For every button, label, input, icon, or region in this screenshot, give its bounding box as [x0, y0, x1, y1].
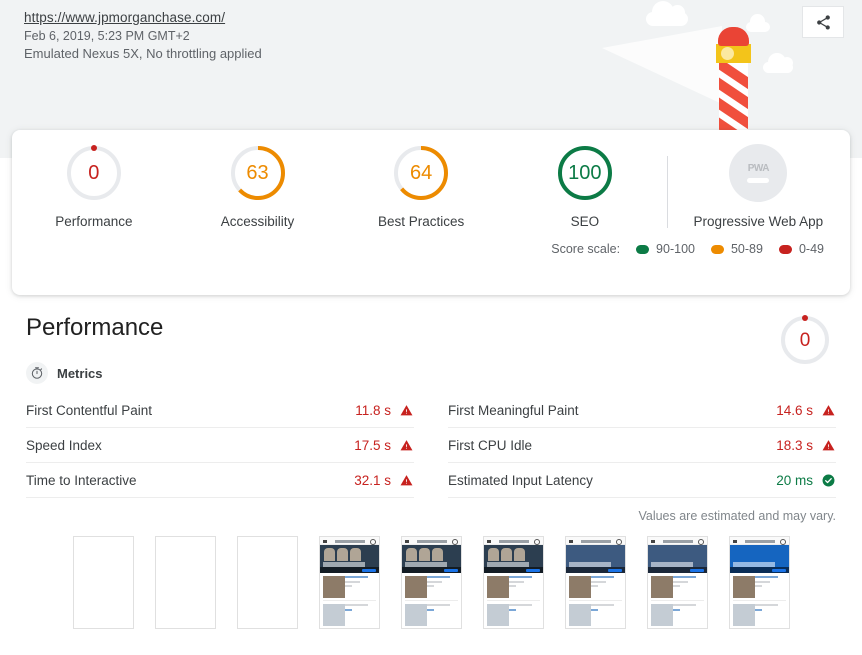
score-scale-range-pass: 90-100 — [656, 242, 695, 256]
score-gauge-pwa[interactable]: PWA Progressive Web App — [666, 144, 850, 229]
scale-pill-red-icon — [778, 244, 792, 254]
report-timestamp: Feb 6, 2019, 5:23 PM GMT+2 — [24, 29, 190, 43]
score-gauge-best-practices[interactable]: 64 Best Practices — [339, 144, 503, 229]
pwa-badge-text: PWA — [747, 163, 770, 174]
scale-pill-green-icon — [636, 244, 650, 254]
filmstrip-frame[interactable] — [72, 536, 134, 629]
metric-name: First CPU Idle — [448, 437, 533, 453]
metric-row[interactable]: First CPU Idle 18.3 s — [448, 428, 836, 463]
report-meta: https://www.jpmorganchase.com/ Feb 6, 20… — [24, 8, 262, 63]
cloud-icon — [746, 14, 770, 32]
score-gauges: 0 Performance 63 Accessibility 64 Best P… — [12, 130, 850, 242]
gauge-ring-best-practices: 64 — [392, 144, 450, 202]
filmstrip-frame[interactable] — [728, 536, 790, 629]
metrics-column-right: First Meaningful Paint 14.6 s First CPU … — [448, 393, 836, 498]
metric-name: Speed Index — [26, 437, 102, 453]
score-value-accessibility: 63 — [246, 162, 269, 184]
score-value-seo: 100 — [568, 162, 602, 184]
lighthouse-lamp — [721, 47, 734, 60]
warning-triangle-icon — [822, 438, 836, 452]
metric-row[interactable]: Speed Index 17.5 s — [26, 428, 414, 463]
metrics-column-left: First Contentful Paint 11.8 s Speed Inde… — [26, 393, 414, 498]
pwa-badge-icon: PWA — [729, 144, 788, 202]
cloud-icon — [646, 1, 688, 26]
check-circle-icon — [822, 473, 836, 487]
warning-triangle-icon — [822, 403, 836, 417]
metrics-header: Metrics — [26, 362, 836, 384]
filmstrip-frame[interactable] — [400, 536, 462, 629]
metric-name: Time to Interactive — [26, 472, 137, 488]
performance-section-gauge: 0 — [779, 314, 831, 366]
warning-triangle-icon — [400, 403, 414, 417]
page-title: Performance — [26, 314, 164, 341]
score-scale-range-average: 50-89 — [730, 242, 763, 256]
performance-gauge-value: 0 — [799, 329, 811, 351]
metric-row[interactable]: Time to Interactive 32.1 s — [26, 463, 414, 498]
metric-name: First Contentful Paint — [26, 402, 153, 418]
score-scale-legend: Score scale: 90-100 50-89 0-49 — [12, 242, 850, 256]
report-environment: Emulated Nexus 5X, No throttling applied — [24, 46, 262, 61]
cloud-icon — [763, 53, 793, 73]
screenshot-filmstrip — [26, 536, 836, 629]
scores-card: 0 Performance 63 Accessibility 64 Best P… — [12, 130, 850, 295]
warning-triangle-icon — [400, 473, 414, 487]
metric-name: Estimated Input Latency — [448, 472, 593, 488]
score-value-best-practices: 64 — [410, 162, 433, 184]
score-label-pwa: Progressive Web App — [693, 214, 824, 229]
score-scale-item-fail: 0-49 — [778, 242, 824, 256]
pwa-dash-icon — [747, 178, 770, 183]
score-label-best-practices: Best Practices — [378, 214, 465, 229]
metric-value: 17.5 s — [354, 437, 391, 453]
score-scale-label: Score scale: — [551, 242, 621, 256]
score-label-accessibility: Accessibility — [220, 214, 295, 229]
scale-pill-orange-icon — [710, 244, 724, 254]
metric-value: 14.6 s — [776, 402, 813, 418]
metric-row[interactable]: Estimated Input Latency 20 ms — [448, 463, 836, 498]
performance-section: Performance 0 Metrics First Contentful P… — [0, 300, 862, 629]
share-icon — [816, 14, 830, 30]
score-gauge-accessibility[interactable]: 63 Accessibility — [176, 144, 340, 229]
stopwatch-icon — [26, 362, 48, 384]
gauge-ring-performance: 0 — [65, 144, 123, 202]
report-url-link[interactable]: https://www.jpmorganchase.com/ — [24, 8, 262, 27]
metric-value: 20 ms — [776, 472, 813, 488]
metric-row[interactable]: First Contentful Paint 11.8 s — [26, 393, 414, 428]
filmstrip-frame[interactable] — [318, 536, 380, 629]
filmstrip-frame[interactable] — [236, 536, 298, 629]
warning-triangle-icon — [400, 438, 414, 452]
metric-value: 11.8 s — [355, 402, 391, 418]
estimated-values-note: Values are estimated and may vary. — [638, 509, 836, 523]
filmstrip-frame[interactable] — [482, 536, 544, 629]
filmstrip-frame[interactable] — [646, 536, 708, 629]
score-scale-item-pass: 90-100 — [636, 242, 695, 256]
gauge-ring-accessibility: 63 — [229, 144, 287, 202]
score-label-seo: SEO — [570, 214, 600, 229]
score-value-performance: 0 — [88, 162, 100, 184]
score-gauge-performance[interactable]: 0 Performance — [12, 144, 176, 229]
lighthouse-roof — [718, 27, 749, 46]
filmstrip-frame[interactable] — [564, 536, 626, 629]
metric-value: 32.1 s — [354, 472, 391, 488]
score-scale-range-fail: 0-49 — [798, 242, 824, 256]
gauge-ring-performance-small: 0 — [779, 314, 831, 366]
share-button[interactable] — [802, 6, 844, 38]
metric-row[interactable]: First Meaningful Paint 14.6 s — [448, 393, 836, 428]
score-gauge-seo[interactable]: 100 SEO — [503, 144, 667, 229]
light-beam — [602, 26, 722, 104]
metrics-title: Metrics — [57, 365, 103, 381]
performance-header: Performance 0 — [26, 300, 836, 364]
score-label-performance: Performance — [55, 214, 133, 229]
metrics-grid: First Contentful Paint 11.8 s Speed Inde… — [26, 393, 836, 498]
metric-name: First Meaningful Paint — [448, 402, 579, 418]
filmstrip-frame[interactable] — [154, 536, 216, 629]
metric-value: 18.3 s — [776, 437, 813, 453]
score-scale-item-average: 50-89 — [710, 242, 763, 256]
gauge-ring-seo: 100 — [556, 144, 614, 202]
